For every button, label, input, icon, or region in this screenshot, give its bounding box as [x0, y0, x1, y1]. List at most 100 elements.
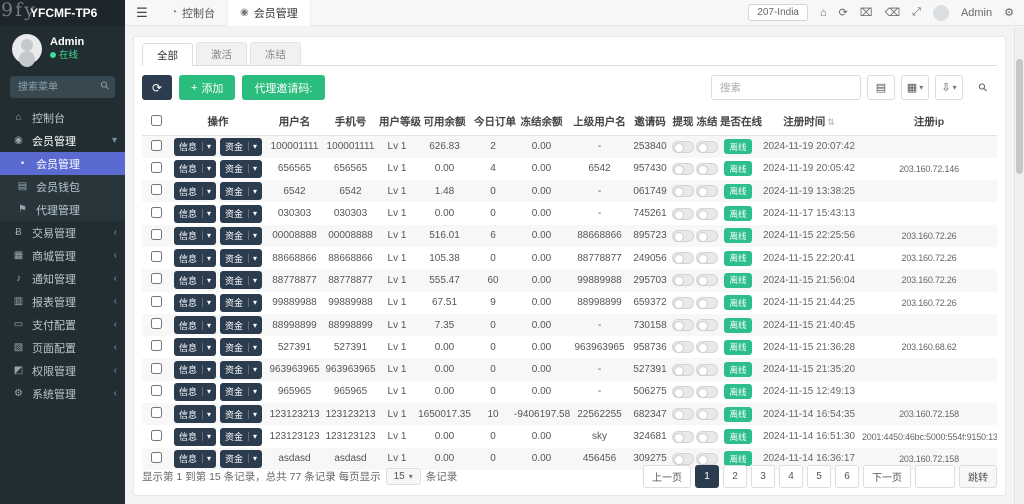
sidebar-item-members[interactable]: ◉ 会员管理 ▾ — [0, 129, 125, 152]
freeze-toggle[interactable] — [696, 229, 718, 242]
export-button[interactable]: ⇩ ▾ — [935, 75, 963, 100]
navbar-username[interactable]: Admin — [961, 7, 992, 19]
sidebar-item-dashboard[interactable]: ⌂ 控制台 — [0, 106, 125, 129]
sidebar-search-input[interactable] — [10, 76, 115, 98]
withdraw-toggle[interactable] — [672, 319, 694, 332]
info-dropdown-button[interactable]: 信息 ▾ — [173, 405, 216, 424]
funds-dropdown-button[interactable]: 资金 ▾ — [220, 405, 263, 424]
withdraw-toggle[interactable] — [672, 229, 694, 242]
freeze-toggle[interactable] — [696, 207, 718, 220]
row-checkbox[interactable] — [150, 384, 162, 396]
home-icon[interactable]: ⌂ — [820, 7, 827, 19]
freeze-toggle[interactable] — [696, 319, 718, 332]
funds-dropdown-button[interactable]: 资金 ▾ — [220, 293, 263, 312]
scrollbar-thumb[interactable] — [1016, 59, 1023, 174]
row-checkbox[interactable] — [150, 161, 162, 173]
row-checkbox[interactable] — [150, 206, 162, 218]
funds-dropdown-button[interactable]: 资金 ▾ — [220, 137, 263, 156]
funds-dropdown-button[interactable]: 资金 ▾ — [220, 226, 263, 245]
row-checkbox[interactable] — [150, 139, 162, 151]
row-checkbox[interactable] — [150, 295, 162, 307]
funds-dropdown-button[interactable]: 资金 ▾ — [220, 360, 263, 379]
info-dropdown-button[interactable]: 信息 ▾ — [173, 382, 216, 401]
row-checkbox[interactable] — [150, 251, 162, 263]
freeze-toggle[interactable] — [696, 385, 718, 398]
withdraw-toggle[interactable] — [672, 252, 694, 265]
row-checkbox[interactable] — [150, 340, 162, 352]
freeze-toggle[interactable] — [696, 185, 718, 198]
freeze-toggle[interactable] — [696, 341, 718, 354]
funds-dropdown-button[interactable]: 资金 ▾ — [220, 204, 263, 223]
row-checkbox[interactable] — [150, 362, 162, 374]
freeze-toggle[interactable] — [696, 430, 718, 443]
sidebar-item-notify[interactable]: ♪ 通知管理 ‹ — [0, 267, 125, 290]
page-button-3[interactable]: 3 — [751, 465, 775, 488]
withdraw-toggle[interactable] — [672, 408, 694, 421]
info-dropdown-button[interactable]: 信息 ▾ — [173, 249, 216, 268]
funds-dropdown-button[interactable]: 资金 ▾ — [220, 249, 263, 268]
info-dropdown-button[interactable]: 信息 ▾ — [173, 137, 216, 156]
columns-button[interactable]: ▦ ▾ — [901, 75, 929, 100]
refresh-icon[interactable]: ⟳ — [839, 6, 848, 19]
next-page-button[interactable]: 下一页 — [863, 465, 911, 488]
funds-dropdown-button[interactable]: 资金 ▾ — [220, 427, 263, 446]
row-checkbox[interactable] — [150, 429, 162, 441]
info-dropdown-button[interactable]: 信息 ▾ — [173, 182, 216, 201]
row-checkbox[interactable] — [150, 451, 162, 463]
tab-all[interactable]: 全部 — [142, 43, 193, 66]
search-button[interactable]: ⚲ — [969, 75, 997, 100]
sidebar-item-permission[interactable]: ◩ 权限管理 ‹ — [0, 359, 125, 382]
navbar-avatar[interactable] — [932, 4, 949, 21]
clear-cache-icon[interactable]: ⌫ — [885, 6, 901, 19]
navtab-dashboard[interactable]: ◔ 控制台 — [159, 0, 227, 26]
trash-icon[interactable]: ⌧ — [860, 6, 873, 19]
info-dropdown-button[interactable]: 信息 ▾ — [173, 226, 216, 245]
row-checkbox[interactable] — [150, 184, 162, 196]
withdraw-toggle[interactable] — [672, 274, 694, 287]
row-checkbox[interactable] — [150, 273, 162, 285]
sidebar-subitem-wallet[interactable]: ▤ 会员钱包 — [0, 175, 125, 198]
sidebar-subitem-members[interactable]: ▪ 会员管理 — [0, 152, 125, 175]
add-button[interactable]: + 添加 — [179, 75, 236, 100]
info-dropdown-button[interactable]: 信息 ▾ — [173, 293, 216, 312]
funds-dropdown-button[interactable]: 资金 ▾ — [220, 271, 263, 290]
freeze-toggle[interactable] — [696, 162, 718, 175]
info-dropdown-button[interactable]: 信息 ▾ — [173, 427, 216, 446]
prev-page-button[interactable]: 上一页 — [643, 465, 691, 488]
funds-dropdown-button[interactable]: 资金 ▾ — [220, 159, 263, 178]
refresh-button[interactable]: ⟳ — [142, 75, 172, 100]
info-dropdown-button[interactable]: 信息 ▾ — [173, 271, 216, 290]
sort-icon[interactable]: ⇅ — [827, 117, 835, 127]
freeze-toggle[interactable] — [696, 296, 718, 309]
withdraw-toggle[interactable] — [672, 385, 694, 398]
menu-toggle-icon[interactable]: ☰ — [125, 5, 159, 21]
funds-dropdown-button[interactable]: 资金 ▾ — [220, 382, 263, 401]
region-select-button[interactable]: 207-India — [748, 4, 808, 21]
withdraw-toggle[interactable] — [672, 207, 694, 220]
sidebar-item-page-config[interactable]: ▧ 页面配置 ‹ — [0, 336, 125, 359]
funds-dropdown-button[interactable]: 资金 ▾ — [220, 338, 263, 357]
sidebar-subitem-agent[interactable]: ⚑ 代理管理 — [0, 198, 125, 221]
page-button-1[interactable]: 1 — [695, 465, 719, 488]
withdraw-toggle[interactable] — [672, 296, 694, 309]
info-dropdown-button[interactable]: 信息 ▾ — [173, 338, 216, 357]
agent-invite-code-button[interactable]: 代理邀请码: — [242, 75, 325, 100]
info-dropdown-button[interactable]: 信息 ▾ — [173, 159, 216, 178]
withdraw-toggle[interactable] — [672, 162, 694, 175]
sidebar-item-mall[interactable]: ▦ 商城管理 ‹ — [0, 244, 125, 267]
withdraw-toggle[interactable] — [672, 341, 694, 354]
vertical-scrollbar[interactable] — [1014, 27, 1024, 504]
freeze-toggle[interactable] — [696, 408, 718, 421]
info-dropdown-button[interactable]: 信息 ▾ — [173, 360, 216, 379]
withdraw-toggle[interactable] — [672, 363, 694, 376]
fullscreen-icon[interactable]: ⤢ — [912, 6, 921, 19]
freeze-toggle[interactable] — [696, 363, 718, 376]
page-button-4[interactable]: 4 — [779, 465, 803, 488]
sidebar-item-report[interactable]: ▥ 报表管理 ‹ — [0, 290, 125, 313]
row-checkbox[interactable] — [150, 318, 162, 330]
info-dropdown-button[interactable]: 信息 ▾ — [173, 204, 216, 223]
withdraw-toggle[interactable] — [672, 452, 694, 465]
funds-dropdown-button[interactable]: 资金 ▾ — [220, 182, 263, 201]
freeze-toggle[interactable] — [696, 452, 718, 465]
withdraw-toggle[interactable] — [672, 185, 694, 198]
